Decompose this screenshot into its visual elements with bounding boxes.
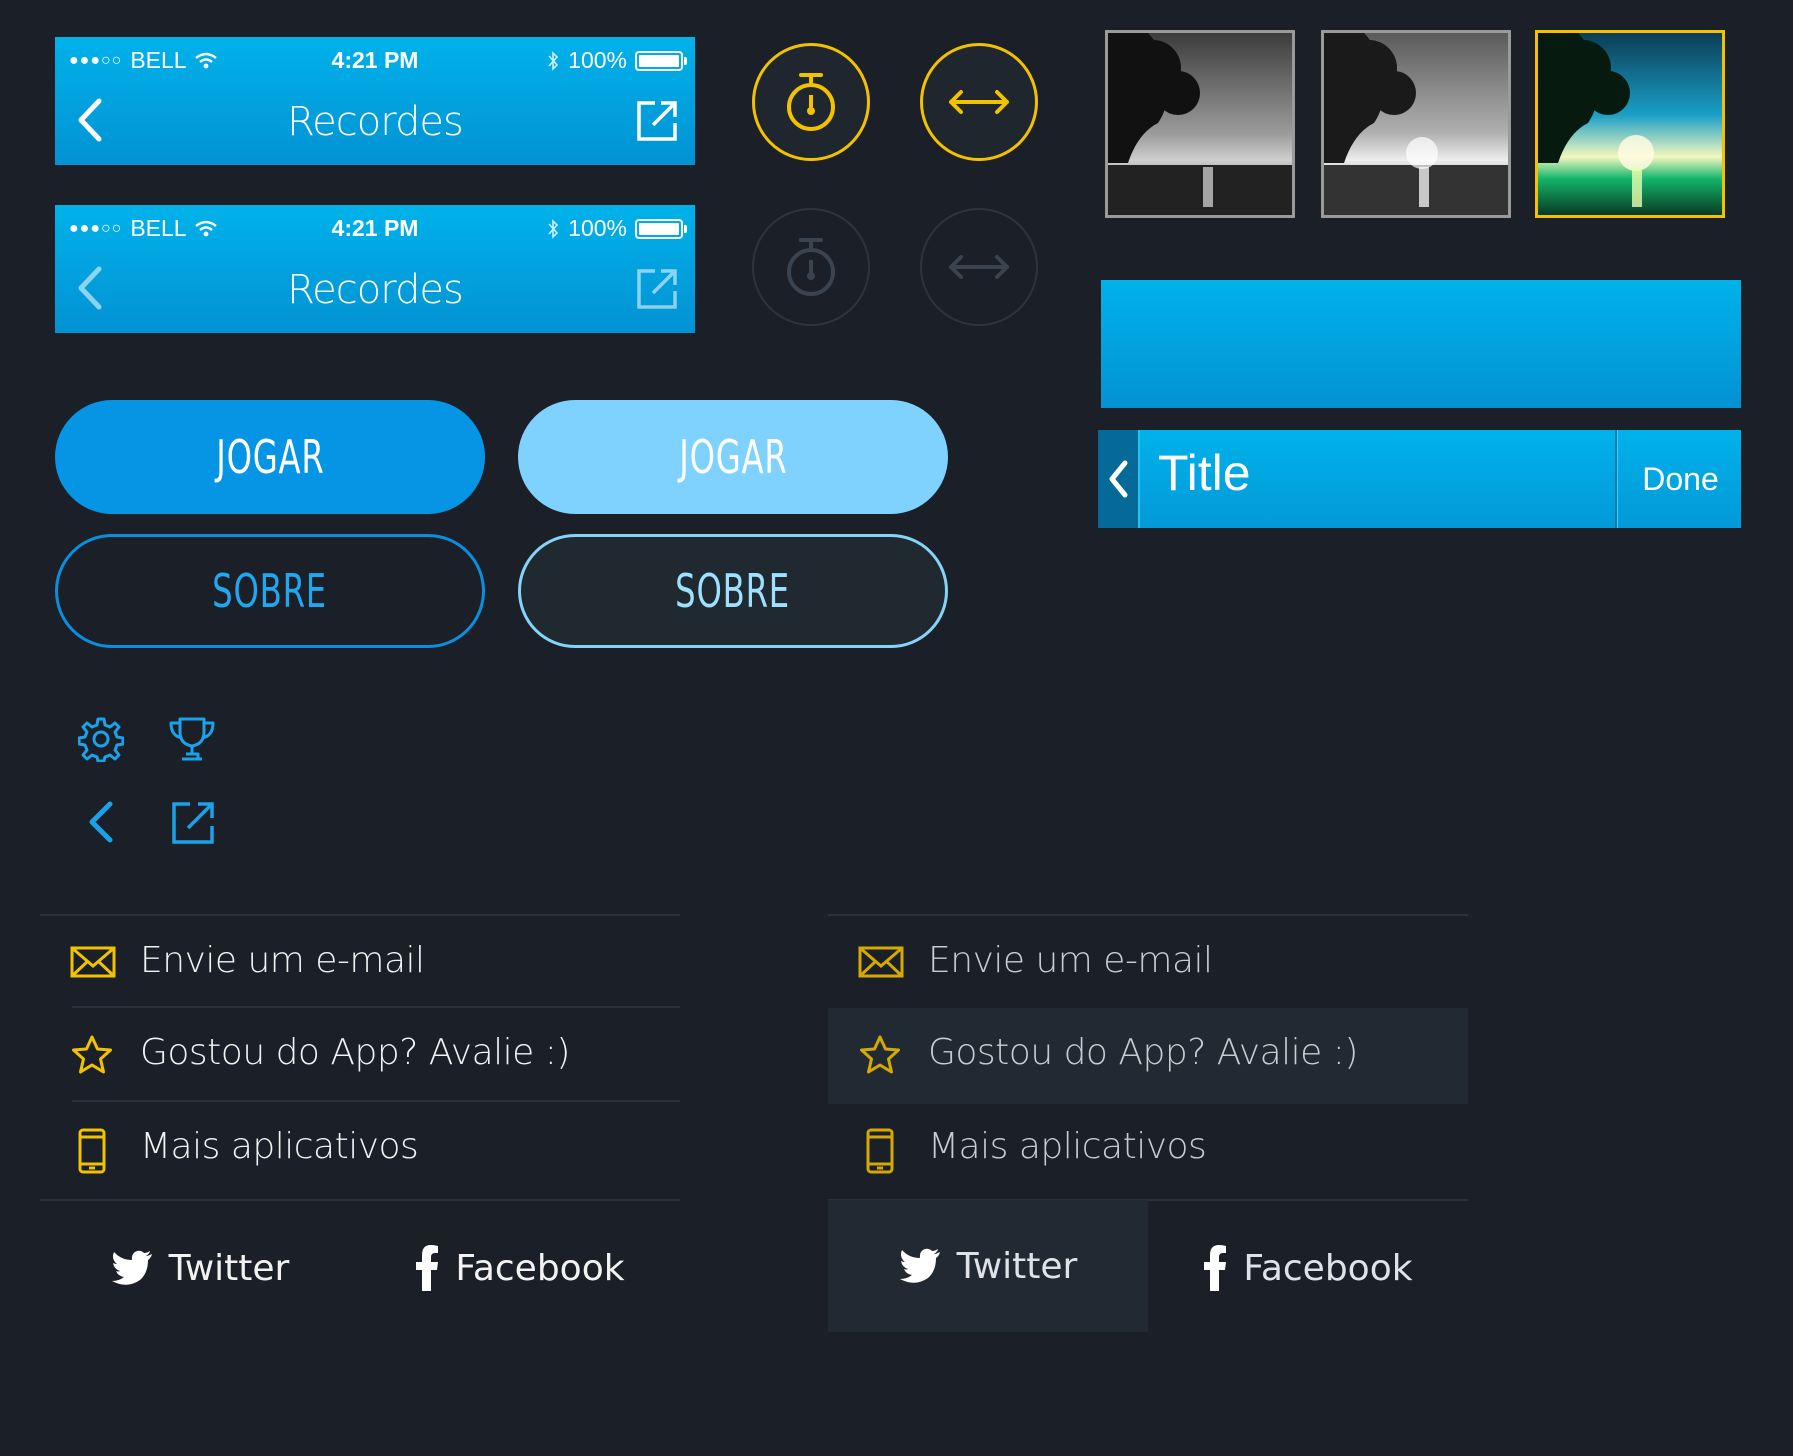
play-button[interactable]: JOGAR [55,400,485,514]
status-bar: ●●●○○ BELL 4:21 PM 100% [55,211,695,245]
star-icon [72,1035,112,1074]
menu-item-more-apps[interactable]: Mais aplicativos [828,1104,1468,1196]
trophy-icon[interactable] [168,716,216,762]
mail-icon [858,946,904,978]
battery-icon [635,50,687,71]
share-icon [637,269,677,309]
divider [72,1100,680,1102]
bluetooth-icon [548,50,559,71]
twitter-button[interactable]: Twitter [40,1202,360,1334]
phone-icon [78,1128,106,1174]
bluetooth-icon [548,218,559,239]
mail-icon [70,946,116,978]
navbar-title: Recordes [287,267,464,313]
battery-percent: 100% [568,47,627,73]
menu-item-email[interactable]: Envie um e-mail [828,918,1468,1010]
facebook-icon [416,1245,439,1291]
facebook-button[interactable]: Facebook [1148,1202,1468,1334]
thumbnail-grayscale-light[interactable] [1321,30,1511,218]
menu-item-rate-highlighted[interactable]: Gostou do App? Avalie :) [828,1008,1468,1104]
menu-item-label: Gostou do App? Avalie :) [928,1032,1358,1073]
title-bar: Title Done [1098,430,1741,528]
menu-item-label: Envie um e-mail [140,940,425,981]
menu-item-label: Mais aplicativos [140,1126,419,1167]
twitter-icon [899,1248,940,1283]
stopwatch-button-inactive[interactable] [752,208,870,326]
swap-button-inactive[interactable] [920,208,1038,326]
share-button[interactable] [635,99,679,148]
facebook-button[interactable]: Facebook [360,1202,680,1334]
stopwatch-button[interactable] [752,43,870,161]
battery-icon [635,218,687,239]
about-button-label: SOBRE [675,564,791,618]
play-button-label: JOGAR [215,430,325,484]
twitter-icon [111,1250,152,1285]
landscape-image [1108,33,1292,215]
divider [40,914,680,916]
navbar-title: Recordes [287,99,464,145]
facebook-icon [1204,1245,1227,1291]
about-button[interactable]: SOBRE [55,534,485,648]
back-chevron-icon[interactable] [86,800,116,844]
landscape-image [1538,33,1722,215]
stopwatch-icon [787,238,835,296]
stopwatch-icon [787,73,835,131]
divider [40,1199,680,1201]
about-button-label: SOBRE [212,564,328,618]
thumbnail-grayscale[interactable] [1105,30,1295,218]
menu-item-label: Envie um e-mail [928,940,1213,981]
back-chevron-icon [1109,460,1128,498]
swap-arrows-icon [949,255,1009,279]
landscape-image [1324,33,1508,215]
title-back-button[interactable] [1098,430,1140,528]
status-bar: ●●●○○ BELL 4:21 PM 100% [55,43,695,77]
phone-icon [866,1128,894,1174]
star-icon [860,1035,900,1074]
twitter-label: Twitter [168,1247,290,1289]
menu-item-rate[interactable]: Gostou do App? Avalie :) [40,1010,680,1102]
thumbnail-color-selected[interactable] [1535,30,1725,218]
play-button-pressed[interactable]: JOGAR [518,400,948,514]
facebook-label: Facebook [455,1247,625,1289]
navbar-records-disabled: ●●●○○ BELL 4:21 PM 100% Recordes [55,205,695,333]
navbar-records: ●●●○○ BELL 4:21 PM 100% Recordes [55,37,695,165]
twitter-button-highlighted[interactable]: Twitter [828,1200,1148,1332]
about-button-pressed[interactable]: SOBRE [518,534,948,648]
twitter-label: Twitter [956,1245,1078,1287]
facebook-label: Facebook [1243,1247,1413,1289]
divider [72,1006,680,1008]
divider [828,914,1468,916]
play-button-label: JOGAR [678,430,788,484]
share-icon[interactable] [170,800,216,846]
menu-item-email[interactable]: Envie um e-mail [40,918,680,1010]
menu-item-label: Gostou do App? Avalie :) [140,1032,570,1073]
title-bar-divider [1615,430,1618,528]
share-icon [637,101,677,141]
blue-header-bar [1101,280,1741,408]
title-bar-title: Title [1158,445,1251,501]
swap-arrows-icon [949,90,1009,114]
battery-percent: 100% [568,215,627,241]
share-button[interactable] [635,267,679,316]
gear-icon[interactable] [78,716,124,762]
menu-item-more-apps[interactable]: Mais aplicativos [40,1104,680,1196]
done-button[interactable]: Done [1620,430,1741,528]
menu-item-label: Mais aplicativos [928,1126,1207,1167]
swap-button[interactable] [920,43,1038,161]
